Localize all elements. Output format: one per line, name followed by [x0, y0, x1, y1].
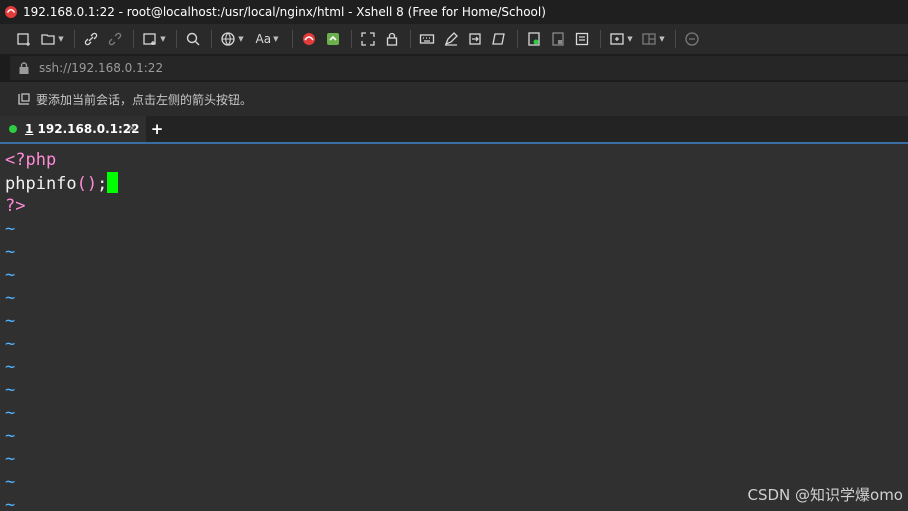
new-session-button[interactable] [13, 28, 35, 50]
stop-record-icon [552, 32, 564, 46]
folder-icon [41, 34, 55, 45]
highlight-button[interactable] [440, 28, 462, 50]
empty-line-tilde: ~ [5, 380, 16, 400]
globe-icon [221, 32, 235, 46]
new-tab-options-button[interactable]: ▼ [139, 28, 169, 50]
chevron-down-icon: ▼ [58, 35, 64, 43]
toolbar-divider [675, 30, 676, 48]
toolbar-divider [410, 30, 411, 48]
session-hint-bar: 要添加当前会话，点击左侧的箭头按钮。 [0, 82, 908, 116]
address-bar: ssh://192.168.0.1:22 [0, 54, 908, 82]
add-pane-icon [610, 33, 624, 45]
layout-button[interactable]: ▼ [638, 28, 668, 50]
open-session-button[interactable]: ▼ [37, 28, 67, 50]
xshell-button[interactable] [298, 28, 320, 50]
tab-session-1[interactable]: 1 192.168.0.1:22 × [0, 116, 146, 142]
text-cursor [107, 172, 119, 193]
empty-line-tilde: ~ [5, 449, 16, 469]
tab-host: 192.168.0.1:22 [33, 122, 140, 136]
empty-line-tilde: ~ [5, 219, 16, 239]
fullscreen-icon [361, 32, 375, 46]
find-button[interactable] [182, 28, 204, 50]
xshell-logo-icon [5, 6, 17, 18]
chevron-down-icon: ▼ [160, 35, 166, 43]
toolbar: ▼ ▼ ▼ Aa ▼ ▼ ▼ [0, 24, 908, 54]
toolbar-divider [211, 30, 212, 48]
chevron-down-icon: ▼ [238, 35, 244, 43]
code-token: ?> [5, 196, 26, 216]
keyboard-button[interactable] [416, 28, 438, 50]
pen-icon [444, 32, 458, 46]
code-token: () [76, 174, 98, 194]
code-token: phpinfo [5, 174, 77, 194]
new-tab-button[interactable]: + [146, 116, 168, 142]
new-window-icon [143, 33, 156, 45]
title-bar: 192.168.0.1:22 - root@localhost:/usr/loc… [0, 0, 908, 24]
xshell-logo-icon [303, 33, 315, 45]
empty-line-tilde: ~ [5, 242, 16, 262]
toolbar-divider [133, 30, 134, 48]
session-hint-text: 要添加当前会话，点击左侧的箭头按钮。 [36, 92, 253, 107]
search-icon [186, 32, 200, 46]
send-icon [469, 33, 481, 45]
link-icon [84, 32, 98, 46]
xftp-button[interactable] [322, 28, 344, 50]
window-title: 192.168.0.1:22 - root@localhost:/usr/loc… [23, 5, 546, 19]
connection-status-icon [9, 125, 17, 133]
lock-icon [19, 62, 29, 74]
chevron-down-icon: ▼ [659, 35, 665, 43]
terminal-line: <?php [5, 149, 908, 172]
script-button[interactable] [488, 28, 510, 50]
keyboard-icon [419, 34, 435, 44]
address-url[interactable]: ssh://192.168.0.1:22 [39, 61, 163, 75]
empty-line-tilde: ~ [5, 426, 16, 446]
close-icon[interactable]: × [127, 121, 137, 135]
record-icon [528, 32, 540, 46]
disconnect-button[interactable] [104, 28, 126, 50]
toolbar-divider [517, 30, 518, 48]
chevron-down-icon: ▼ [627, 35, 633, 43]
empty-line-tilde: ~ [5, 357, 16, 377]
tab-bar: 1 192.168.0.1:22 × + [0, 116, 908, 142]
toolbar-divider [176, 30, 177, 48]
fullscreen-button[interactable] [357, 28, 379, 50]
unlink-icon [108, 32, 122, 46]
log-icon [575, 32, 589, 46]
empty-line-tilde: ~ [5, 334, 16, 354]
toolbar-divider [292, 30, 293, 48]
layout-icon [642, 33, 656, 45]
new-session-icon [17, 33, 30, 46]
tab-label: 1 192.168.0.1:22 [25, 122, 140, 136]
encoding-button[interactable]: ▼ [217, 28, 247, 50]
terminal-line: ?> [5, 195, 908, 218]
stop-record-button[interactable] [547, 28, 569, 50]
font-button-label: Aa [255, 32, 272, 46]
chat-icon [685, 32, 699, 46]
script-icon [492, 33, 505, 45]
empty-line-tilde: ~ [5, 403, 16, 423]
reconnect-button[interactable] [80, 28, 102, 50]
empty-line-tilde: ~ [5, 265, 16, 285]
send-button[interactable] [464, 28, 486, 50]
toolbar-divider [600, 30, 601, 48]
empty-line-tilde: ~ [5, 311, 16, 331]
xftp-logo-icon [327, 33, 339, 45]
font-button[interactable]: Aa ▼ [249, 28, 285, 50]
add-pane-button[interactable]: ▼ [606, 28, 636, 50]
record-button[interactable] [523, 28, 545, 50]
lock-icon [386, 32, 398, 46]
terminal-view[interactable]: <?php phpinfo(); ?> ~ ~ ~ ~ ~ ~ ~ ~ ~ ~ ~ ~ ~ [0, 144, 908, 511]
toolbar-divider [351, 30, 352, 48]
chat-button[interactable] [681, 28, 703, 50]
chevron-down-icon: ▼ [273, 35, 279, 43]
terminal-line: phpinfo(); [5, 172, 908, 195]
code-token: <?php [5, 150, 57, 170]
toolbar-divider [74, 30, 75, 48]
add-session-arrow-icon[interactable] [17, 92, 31, 106]
lock-button[interactable] [381, 28, 403, 50]
watermark: CSDN @知识学爆omo [747, 486, 903, 504]
empty-line-tilde: ~ [5, 288, 16, 308]
log-button[interactable] [571, 28, 593, 50]
code-token: ; [97, 174, 108, 194]
